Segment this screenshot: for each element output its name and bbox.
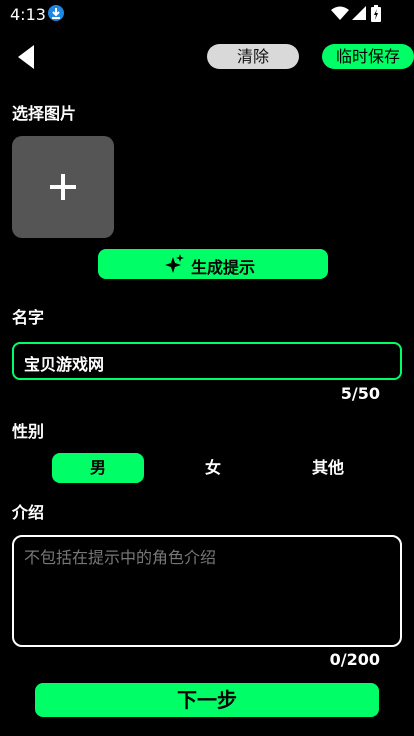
back-button[interactable]: [14, 42, 40, 72]
gender-option-female[interactable]: 女: [167, 453, 259, 483]
back-arrow-icon: [18, 45, 34, 69]
wifi-icon: [331, 6, 349, 20]
generate-prompt-button[interactable]: 生成提示: [98, 249, 328, 279]
gender-label: 性别: [12, 422, 45, 441]
status-bar: 4:13: [0, 0, 414, 28]
gender-option-other[interactable]: 其他: [282, 453, 374, 483]
intro-textarea[interactable]: 不包括在提示中的角色介绍: [12, 535, 402, 647]
clear-button[interactable]: 清除: [207, 44, 299, 69]
name-label: 名字: [12, 308, 45, 327]
name-input-value: 宝贝游戏网: [24, 355, 105, 374]
download-icon: [48, 5, 64, 21]
next-step-button[interactable]: 下一步: [35, 683, 379, 717]
generate-prompt-label: 生成提示: [191, 258, 256, 277]
name-char-counter: 5/50: [340, 384, 380, 403]
image-upload-box[interactable]: [12, 136, 114, 238]
intro-label: 介绍: [12, 503, 45, 522]
plus-icon: [50, 174, 76, 200]
name-input[interactable]: 宝贝游戏网: [12, 342, 402, 380]
status-time: 4:13: [10, 5, 46, 24]
intro-placeholder: 不包括在提示中的角色介绍: [24, 548, 217, 567]
intro-char-counter: 0/200: [329, 650, 380, 669]
gender-option-male[interactable]: 男: [52, 453, 144, 483]
select-image-label: 选择图片: [12, 104, 77, 123]
save-draft-button[interactable]: 临时保存: [322, 44, 414, 69]
signal-icon: [352, 6, 366, 20]
sparkle-icon: [165, 254, 184, 273]
battery-icon: [371, 5, 381, 22]
